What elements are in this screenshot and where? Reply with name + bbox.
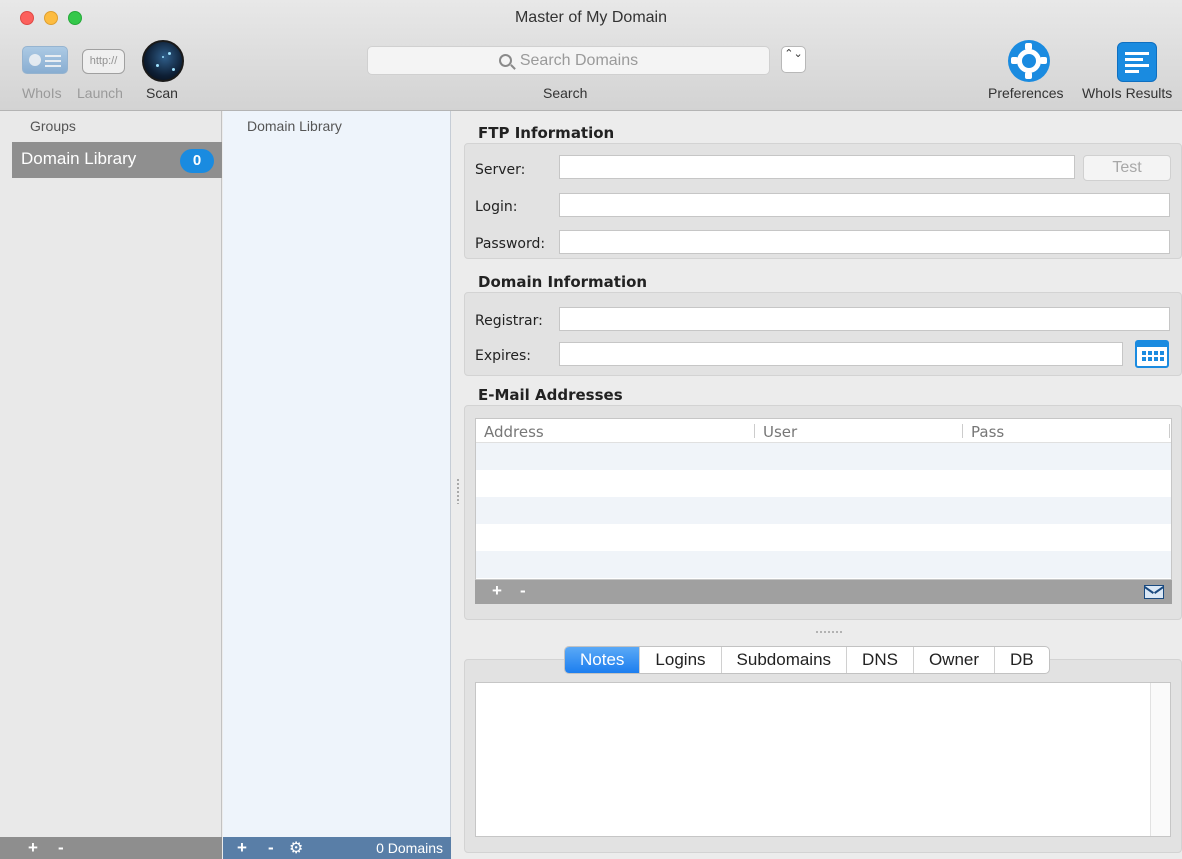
groups-pane <box>0 111 222 859</box>
tab-dns[interactable]: DNS <box>847 647 914 673</box>
groups-header: Groups <box>30 118 76 134</box>
remove-domain-button[interactable]: - <box>268 838 274 858</box>
notes-scrollbar[interactable] <box>1150 683 1170 836</box>
notes-text-area[interactable] <box>475 682 1171 837</box>
section-splitter[interactable] <box>815 631 843 633</box>
group-item-domain-library[interactable]: Domain Library 0 <box>12 142 222 178</box>
table-header <box>476 419 1171 443</box>
ftp-section-title: FTP Information <box>478 124 615 142</box>
scan-toolbar-label[interactable]: Scan <box>146 85 178 101</box>
library-footer: + - ⚙ 0 Domains <box>223 837 451 859</box>
calendar-icon[interactable] <box>1135 340 1169 368</box>
whois-toolbar-label[interactable]: WhoIs <box>22 85 62 101</box>
whois-results-icon[interactable] <box>1117 42 1157 82</box>
tab-logins[interactable]: Logins <box>640 647 722 673</box>
window-toolbar: Master of My Domain WhoIs http:// Launch… <box>0 0 1182 111</box>
table-row[interactable] <box>476 470 1171 497</box>
column-header-user[interactable]: User <box>763 419 797 443</box>
search-field[interactable]: Search Domains <box>367 46 770 75</box>
login-label: Login: <box>475 199 518 215</box>
password-label: Password: <box>475 236 546 252</box>
remove-email-button[interactable]: - <box>520 581 526 601</box>
column-header-address[interactable]: Address <box>484 419 544 443</box>
add-domain-button[interactable]: + <box>237 838 247 858</box>
expires-field[interactable] <box>559 342 1123 366</box>
launch-icon[interactable]: http:// <box>82 49 125 74</box>
add-email-button[interactable]: + <box>492 581 502 601</box>
gear-icon[interactable] <box>1008 40 1050 82</box>
pane-splitter[interactable] <box>457 478 459 504</box>
search-toolbar-label: Search <box>543 85 588 101</box>
server-label: Server: <box>475 162 526 178</box>
registrar-field[interactable] <box>559 307 1170 331</box>
search-placeholder: Search Domains <box>519 51 639 69</box>
password-field[interactable] <box>559 230 1170 254</box>
groups-footer: + - <box>0 837 222 859</box>
whois-results-toolbar-label[interactable]: WhoIs Results <box>1082 85 1172 101</box>
email-table[interactable]: Address User Pass <box>475 418 1172 580</box>
search-icon <box>498 54 512 67</box>
server-field[interactable] <box>559 155 1075 179</box>
whois-icon[interactable] <box>22 46 68 74</box>
domain-library-pane <box>223 111 451 859</box>
gear-icon[interactable]: ⚙ <box>289 838 303 858</box>
group-item-label: Domain Library <box>21 149 137 168</box>
email-section-title: E-Mail Addresses <box>478 386 623 404</box>
table-row[interactable] <box>476 524 1171 551</box>
tab-bar: Notes Logins Subdomains DNS Owner DB <box>564 646 1050 674</box>
tab-notes[interactable]: Notes <box>565 647 641 673</box>
table-row[interactable] <box>476 443 1171 470</box>
registrar-label: Registrar: <box>475 313 543 329</box>
test-button[interactable]: Test <box>1083 155 1171 181</box>
table-row[interactable] <box>476 497 1171 524</box>
remove-group-button[interactable]: - <box>58 838 64 858</box>
email-table-footer: + - <box>475 580 1172 604</box>
library-header: Domain Library <box>247 118 342 134</box>
window-title: Master of My Domain <box>514 9 668 26</box>
search-scope-stepper[interactable]: ⌃⌄ <box>781 46 806 73</box>
domain-count: 0 Domains <box>376 840 443 856</box>
login-field[interactable] <box>559 193 1170 217</box>
expires-label: Expires: <box>475 348 531 364</box>
tab-owner[interactable]: Owner <box>914 647 996 673</box>
count-badge: 0 <box>180 149 214 173</box>
scan-icon[interactable] <box>142 40 184 82</box>
tab-subdomains[interactable]: Subdomains <box>722 647 848 673</box>
column-header-pass[interactable]: Pass <box>971 419 1004 443</box>
add-group-button[interactable]: + <box>28 838 38 858</box>
tab-db[interactable]: DB <box>995 647 1049 673</box>
mail-icon[interactable] <box>1144 585 1164 599</box>
launch-toolbar-label[interactable]: Launch <box>77 85 123 101</box>
domain-info-section-title: Domain Information <box>478 273 648 291</box>
preferences-toolbar-label[interactable]: Preferences <box>988 85 1063 101</box>
table-row[interactable] <box>476 551 1171 578</box>
